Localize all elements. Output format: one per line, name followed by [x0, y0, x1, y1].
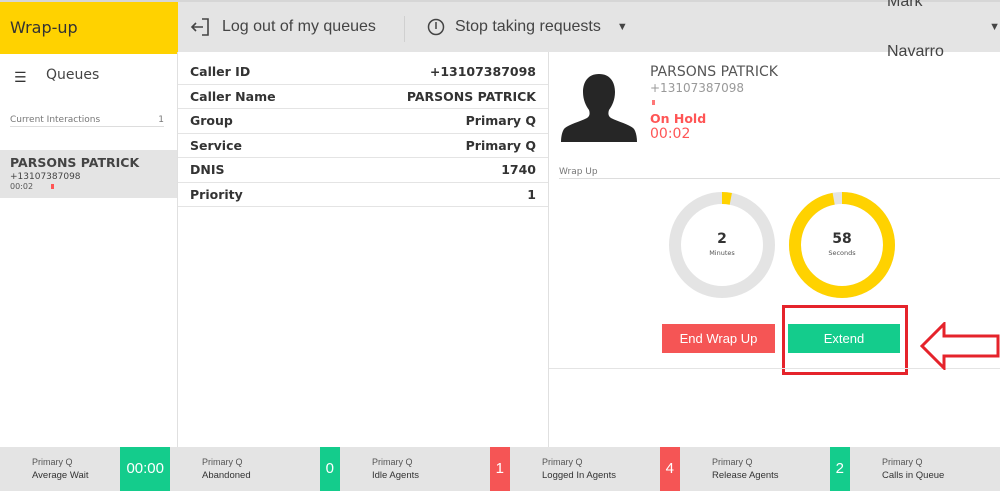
detail-value: Primary Q: [465, 113, 536, 129]
menu-icon[interactable]: ☰: [14, 70, 27, 86]
detail-value: +13107387098: [429, 64, 536, 80]
logout-label: Log out of my queues: [222, 18, 376, 35]
detail-row: Caller Name PARSONS PATRICK: [178, 85, 548, 109]
detail-row: Caller ID +13107387098: [178, 60, 548, 85]
current-interactions-label: Current Interactions: [10, 115, 101, 125]
detail-label: Caller Name: [190, 88, 276, 104]
stat-value: 4: [659, 447, 680, 491]
stat-tile: Primary Q Logged In Agents 4: [510, 447, 680, 491]
minutes-value: 2: [717, 231, 727, 247]
stat-queue: Primary Q: [202, 457, 243, 467]
stop-label: Stop taking requests: [455, 18, 601, 35]
stat-label: Logged In Agents: [542, 470, 616, 481]
stat-queue: Primary Q: [542, 457, 583, 467]
highlight-box: [782, 305, 908, 375]
minutes-ring: 2 Minutes: [667, 190, 777, 300]
detail-label: Group: [190, 113, 233, 129]
call-status: On Hold: [650, 111, 707, 126]
detail-row: Group Primary Q: [178, 109, 548, 134]
stat-queue: Primary Q: [712, 457, 753, 467]
detail-label: Service: [190, 137, 242, 153]
interaction-item[interactable]: PARSONS PATRICK +13107387098 00:02: [0, 150, 177, 198]
stats-bar: Primary Q Average Wait 00:00 Primary Q Aband…: [0, 447, 1000, 491]
detail-row: Service Primary Q: [178, 134, 548, 158]
detail-label: Caller ID: [190, 64, 251, 80]
avatar-silhouette-icon: [561, 74, 637, 142]
stat-queue: Primary Q: [372, 457, 413, 467]
detail-label: DNIS: [190, 162, 225, 178]
detail-row: DNIS 1740: [178, 158, 548, 183]
logout-queues-button[interactable]: Log out of my queues: [190, 2, 376, 52]
interaction-phone: +13107387098: [10, 172, 81, 182]
logout-icon: [190, 18, 209, 36]
current-interactions-count: 1: [158, 115, 164, 125]
divider: [404, 16, 405, 42]
hold-indicator: [652, 100, 655, 105]
user-menu[interactable]: Mark Navarro ▼: [887, 0, 1000, 60]
stat-tile: Primary Q Calls in Queue: [850, 447, 1000, 491]
stat-tile: Primary Q Release Agents 2: [680, 447, 850, 491]
queues-label: Queues: [46, 67, 100, 83]
detail-row: Priority 1: [178, 183, 548, 207]
page-title: Wrap-up: [0, 2, 178, 54]
stop-taking-requests-dropdown[interactable]: Stop taking requests ▼: [427, 2, 628, 52]
stat-value: 0: [319, 447, 340, 491]
detail-value: Primary Q: [465, 137, 536, 153]
current-interactions-header: Current Interactions 1: [10, 115, 164, 127]
sidebar: ☰ Queues Current Interactions 1 PARSONS …: [0, 52, 178, 447]
end-wrap-up-button[interactable]: End Wrap Up: [662, 324, 775, 353]
caret-down-icon: ▼: [616, 21, 628, 33]
detail-value: PARSONS PATRICK: [406, 88, 536, 104]
interaction-panel: PARSONS PATRICK +13107387098 On Hold 00:…: [549, 52, 1000, 447]
caller-phone: +13107387098: [650, 81, 745, 95]
caller-name: PARSONS PATRICK: [650, 64, 778, 80]
minutes-label: Minutes: [709, 249, 735, 257]
stat-tile: Primary Q Average Wait 00:00: [0, 447, 170, 491]
stat-label: Release Agents: [712, 470, 779, 481]
detail-value: 1740: [501, 162, 536, 178]
stat-tile: Primary Q Abandoned 0: [170, 447, 340, 491]
stat-tile: Primary Q Idle Agents 1: [340, 447, 510, 491]
top-bar: Wrap-up Log out of my queues Stop taking…: [0, 0, 1000, 60]
interaction-time: 00:02: [10, 182, 34, 191]
hold-timer: 00:02: [650, 126, 691, 142]
stat-label: Abandoned: [202, 470, 251, 481]
stat-queue: Primary Q: [882, 457, 923, 467]
power-icon: [427, 18, 445, 36]
stat-queue: Primary Q: [32, 457, 73, 467]
stat-value: 2: [829, 447, 850, 491]
interaction-name: PARSONS PATRICK: [10, 155, 140, 170]
seconds-value: 58: [832, 231, 852, 247]
wrap-up-heading: Wrap Up: [559, 167, 1000, 179]
detail-label: Priority: [190, 186, 243, 202]
stat-value: 1: [489, 447, 510, 491]
stat-label: Calls in Queue: [882, 470, 945, 481]
seconds-label: Seconds: [828, 249, 856, 257]
hold-indicator: [51, 184, 55, 189]
seconds-ring: 58 Seconds: [787, 190, 897, 300]
detail-value: 1: [527, 186, 536, 202]
stat-value: 00:00: [120, 447, 170, 491]
stat-label: Idle Agents: [372, 470, 420, 481]
caret-down-icon: ▼: [989, 21, 1000, 33]
caller-details-table: Caller ID +13107387098 Caller Name PARSONS …: [178, 60, 548, 207]
stat-label: Average Wait: [32, 470, 89, 481]
arrow-left-annotation-icon: [920, 322, 1000, 370]
